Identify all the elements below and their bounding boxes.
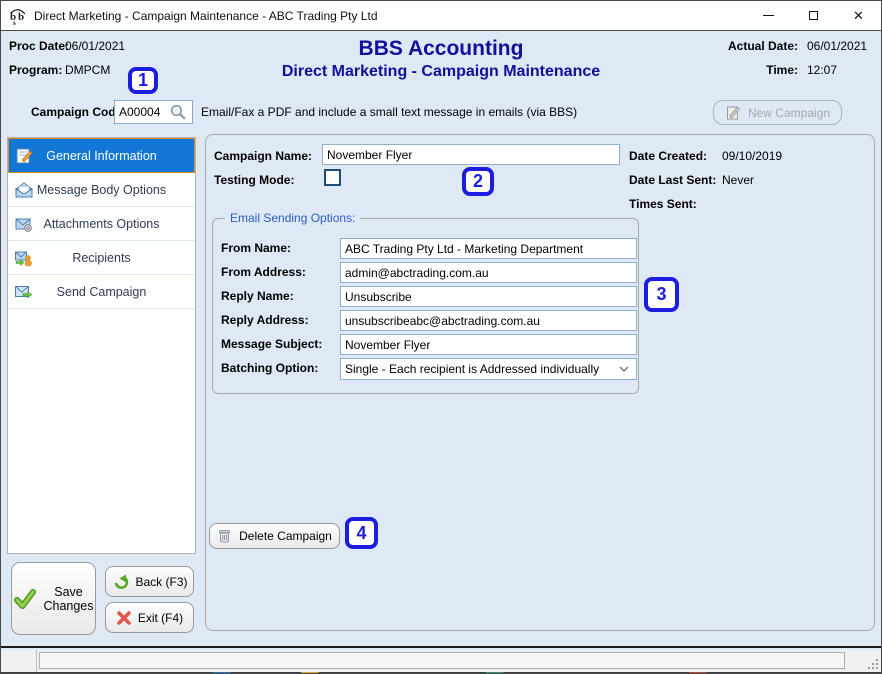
- time-label: Time:: [701, 63, 798, 77]
- campaign-name-input[interactable]: [322, 144, 620, 165]
- from-name-input[interactable]: [340, 238, 637, 259]
- from-address-input[interactable]: [340, 262, 637, 283]
- campaign-code-field: [114, 100, 193, 124]
- from-address-label: From Address:: [221, 265, 306, 279]
- trash-icon: [217, 528, 233, 544]
- campaign-code-label: Campaign Code:: [31, 105, 126, 119]
- back-arrow-icon: [111, 574, 129, 590]
- campaign-name-label: Campaign Name:: [214, 149, 312, 163]
- campaign-code-input[interactable]: [115, 105, 169, 119]
- sidebar-item-attachments-options[interactable]: Attachments Options: [8, 207, 195, 241]
- testing-mode-label: Testing Mode:: [214, 173, 294, 187]
- date-created-label: Date Created:: [629, 149, 707, 163]
- exit-label: Exit (F4): [138, 611, 183, 625]
- from-name-label: From Name:: [221, 241, 291, 255]
- email-sending-options-legend: Email Sending Options:: [225, 211, 360, 225]
- app-window: b b s Direct Marketing - Campaign Mainte…: [0, 0, 882, 674]
- annotation-4-number: 4: [356, 523, 366, 544]
- annotation-4: 4: [345, 517, 378, 549]
- general-information-icon: [16, 147, 34, 165]
- sidebar-item-general-information[interactable]: General Information: [8, 138, 195, 173]
- status-cell: [1, 650, 37, 672]
- exit-button[interactable]: Exit (F4): [105, 602, 194, 633]
- search-icon[interactable]: [169, 103, 187, 121]
- reply-name-input[interactable]: [340, 286, 637, 307]
- bbs-logo-icon: b b s: [8, 6, 28, 26]
- delete-campaign-button[interactable]: Delete Campaign: [209, 523, 340, 549]
- annotation-1-number: 1: [138, 70, 148, 91]
- annotation-2: 2: [462, 167, 494, 196]
- sidebar-item-recipients[interactable]: Recipients: [8, 241, 195, 275]
- sidebar-item-label: General Information: [46, 149, 156, 163]
- testing-mode-checkbox[interactable]: [324, 169, 341, 186]
- close-button[interactable]: ✕: [836, 1, 881, 30]
- send-campaign-icon: [15, 283, 33, 301]
- batching-option-value: Single - Each recipient is Addressed ind…: [341, 362, 618, 376]
- minimize-button[interactable]: [746, 1, 791, 30]
- email-sending-options-group: Email Sending Options: From Name: From A…: [212, 218, 639, 394]
- close-icon: ✕: [853, 9, 864, 22]
- sidebar-item-label: Message Body Options: [37, 183, 166, 197]
- window-controls: ✕: [746, 1, 881, 30]
- window-title: Direct Marketing - Campaign Maintenance …: [34, 9, 378, 23]
- app-title: BBS Accounting: [241, 37, 641, 61]
- new-campaign-label: New Campaign: [748, 106, 830, 120]
- times-sent-label: Times Sent:: [629, 197, 697, 211]
- svg-text:s: s: [13, 19, 16, 26]
- maximize-button[interactable]: [791, 1, 836, 30]
- date-last-sent-label: Date Last Sent:: [629, 173, 716, 187]
- batching-option-select[interactable]: Single - Each recipient is Addressed ind…: [340, 358, 637, 380]
- proc-date-value: 06/01/2021: [65, 39, 125, 53]
- reply-address-input[interactable]: [340, 310, 637, 331]
- annotation-2-number: 2: [473, 171, 483, 192]
- sidebar-item-label: Send Campaign: [57, 285, 147, 299]
- date-created-value: 09/10/2019: [722, 149, 782, 163]
- sidebar-item-send-campaign[interactable]: Send Campaign: [8, 275, 195, 309]
- message-subject-label: Message Subject:: [221, 337, 322, 351]
- sidebar-item-message-body-options[interactable]: Message Body Options: [8, 173, 195, 207]
- save-changes-label: Save Changes: [43, 585, 95, 613]
- reply-address-label: Reply Address:: [221, 313, 309, 327]
- program-label: Program:: [9, 63, 62, 77]
- delete-campaign-label: Delete Campaign: [239, 529, 332, 543]
- minimize-icon: [763, 15, 774, 16]
- resize-grip[interactable]: [868, 659, 878, 669]
- svg-text:b: b: [18, 11, 24, 23]
- program-value: DMPCM: [65, 63, 110, 77]
- sidebar-item-label: Attachments Options: [43, 217, 159, 231]
- proc-date-label: Proc Date:: [9, 39, 69, 53]
- annotation-1: 1: [128, 67, 158, 94]
- save-changes-button[interactable]: Save Changes: [11, 562, 96, 635]
- new-campaign-icon: [725, 105, 742, 121]
- batching-option-label: Batching Option:: [221, 361, 318, 375]
- campaign-description: Email/Fax a PDF and include a small text…: [201, 105, 577, 119]
- message-body-icon: [15, 181, 33, 199]
- attachments-icon: [15, 215, 33, 233]
- time-value: 12:07: [807, 63, 837, 77]
- reply-name-label: Reply Name:: [221, 289, 294, 303]
- title-bar: b b s Direct Marketing - Campaign Mainte…: [1, 1, 881, 31]
- status-bar: [1, 650, 881, 672]
- exit-x-icon: [116, 610, 132, 626]
- new-campaign-button[interactable]: New Campaign: [713, 100, 842, 125]
- sidebar-item-label: Recipients: [72, 251, 130, 265]
- status-message-area: [39, 652, 845, 669]
- actual-date-value: 06/01/2021: [807, 39, 867, 53]
- chevron-down-icon: [618, 365, 630, 373]
- maximize-icon: [809, 11, 818, 20]
- screen-title: Direct Marketing - Campaign Maintenance: [191, 63, 691, 81]
- main-panel: Campaign Name: Date Created: 09/10/2019 …: [205, 134, 875, 631]
- sidebar: General Information Message Body Options…: [7, 137, 196, 554]
- back-button[interactable]: Back (F3): [105, 566, 194, 597]
- checkmark-icon: [13, 587, 37, 611]
- recipients-icon: [15, 249, 33, 267]
- actual-date-label: Actual Date:: [701, 39, 798, 53]
- annotation-3: 3: [644, 277, 679, 312]
- annotation-3-number: 3: [656, 284, 666, 305]
- window-content: Proc Date: 06/01/2021 Program: DMPCM BBS…: [1, 31, 881, 648]
- date-last-sent-value: Never: [722, 173, 754, 187]
- back-label: Back (F3): [135, 575, 187, 589]
- message-subject-input[interactable]: [340, 334, 637, 355]
